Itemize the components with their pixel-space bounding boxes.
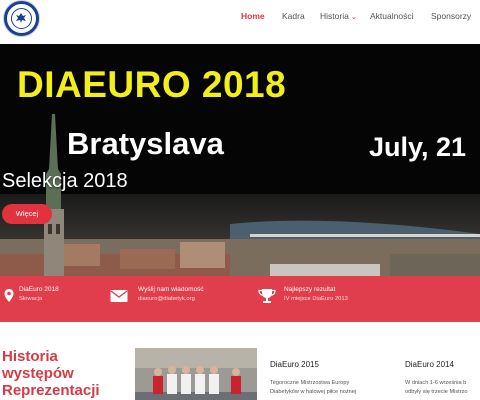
team-photo-image[interactable]: [135, 348, 257, 400]
envelope-icon: [110, 290, 128, 302]
card-title[interactable]: DiaEuro 2014: [405, 360, 454, 369]
info-item-title: Najlepszy rezultat: [284, 286, 336, 293]
card-excerpt-line: W dniach 1-6 września b: [405, 380, 467, 386]
info-item-title: DiaEuro 2018: [19, 286, 59, 293]
nav-item-historia-label: Historia: [320, 11, 349, 21]
card-excerpt-line: Diabetyków w halowej piłce nożnej: [270, 389, 357, 395]
eagle-emblem-icon: [11, 8, 32, 29]
info-item-subtitle: Słowacja: [19, 296, 43, 302]
card-excerpt: W dniach 1-6 września b odbyły się trzec…: [405, 379, 467, 397]
nav-item-sponsorzy[interactable]: Sponsorzy: [431, 11, 471, 21]
nav-item-historia[interactable]: Historia ⌄: [320, 11, 357, 21]
hero-city: Bratyslava: [67, 126, 224, 161]
hero-banner: DIAEURO 2018 Bratyslava July, 21 Selekcj…: [0, 44, 480, 276]
card-excerpt: Tegoroczne Mistrzostwa Europy Diabetyków…: [270, 379, 356, 397]
history-heading-line-2: występów: [2, 365, 74, 382]
history-heading-line-3: Reprezentacji: [2, 382, 100, 399]
history-section: Historia występów Reprezentacji DiaEuro …: [0, 322, 480, 400]
history-heading-line-1: Historia: [2, 348, 58, 365]
site-header: Home Kadra Historia ⌄ Aktualności Sponsor…: [0, 0, 480, 36]
card-excerpt-line: Tegoroczne Mistrzostwa Europy: [270, 380, 350, 386]
card-excerpt-line: odbyły się trzecie Mistrzo: [405, 389, 468, 395]
hero-title: DIAEURO 2018: [17, 64, 287, 105]
nav-item-home[interactable]: Home: [241, 11, 265, 21]
info-item-subtitle[interactable]: diaeuro@diabetyk.org: [138, 296, 195, 302]
hero-subtitle: Selekcja 2018: [2, 170, 128, 192]
trophy-icon: [258, 289, 276, 303]
site-logo[interactable]: [4, 1, 39, 36]
card-title[interactable]: DiaEuro 2015: [270, 360, 319, 369]
info-item-title: Wyślij nam wiadomość: [138, 286, 204, 293]
chevron-down-icon: ⌄: [350, 14, 357, 21]
nav-item-kadra[interactable]: Kadra: [282, 11, 305, 21]
nav-item-aktualnosci[interactable]: Aktualności: [370, 11, 413, 21]
bratislava-cityscape-image: [0, 194, 480, 276]
more-button[interactable]: Więcej: [2, 204, 52, 224]
info-item-subtitle: IV miejsce DiaEuro 2013: [284, 296, 348, 302]
history-heading: Historia występów Reprezentacji: [2, 348, 122, 399]
info-bar: DiaEuro 2018 Słowacja Wyślij nam wiadomo…: [0, 276, 480, 322]
hero-date: July, 21: [369, 132, 467, 162]
